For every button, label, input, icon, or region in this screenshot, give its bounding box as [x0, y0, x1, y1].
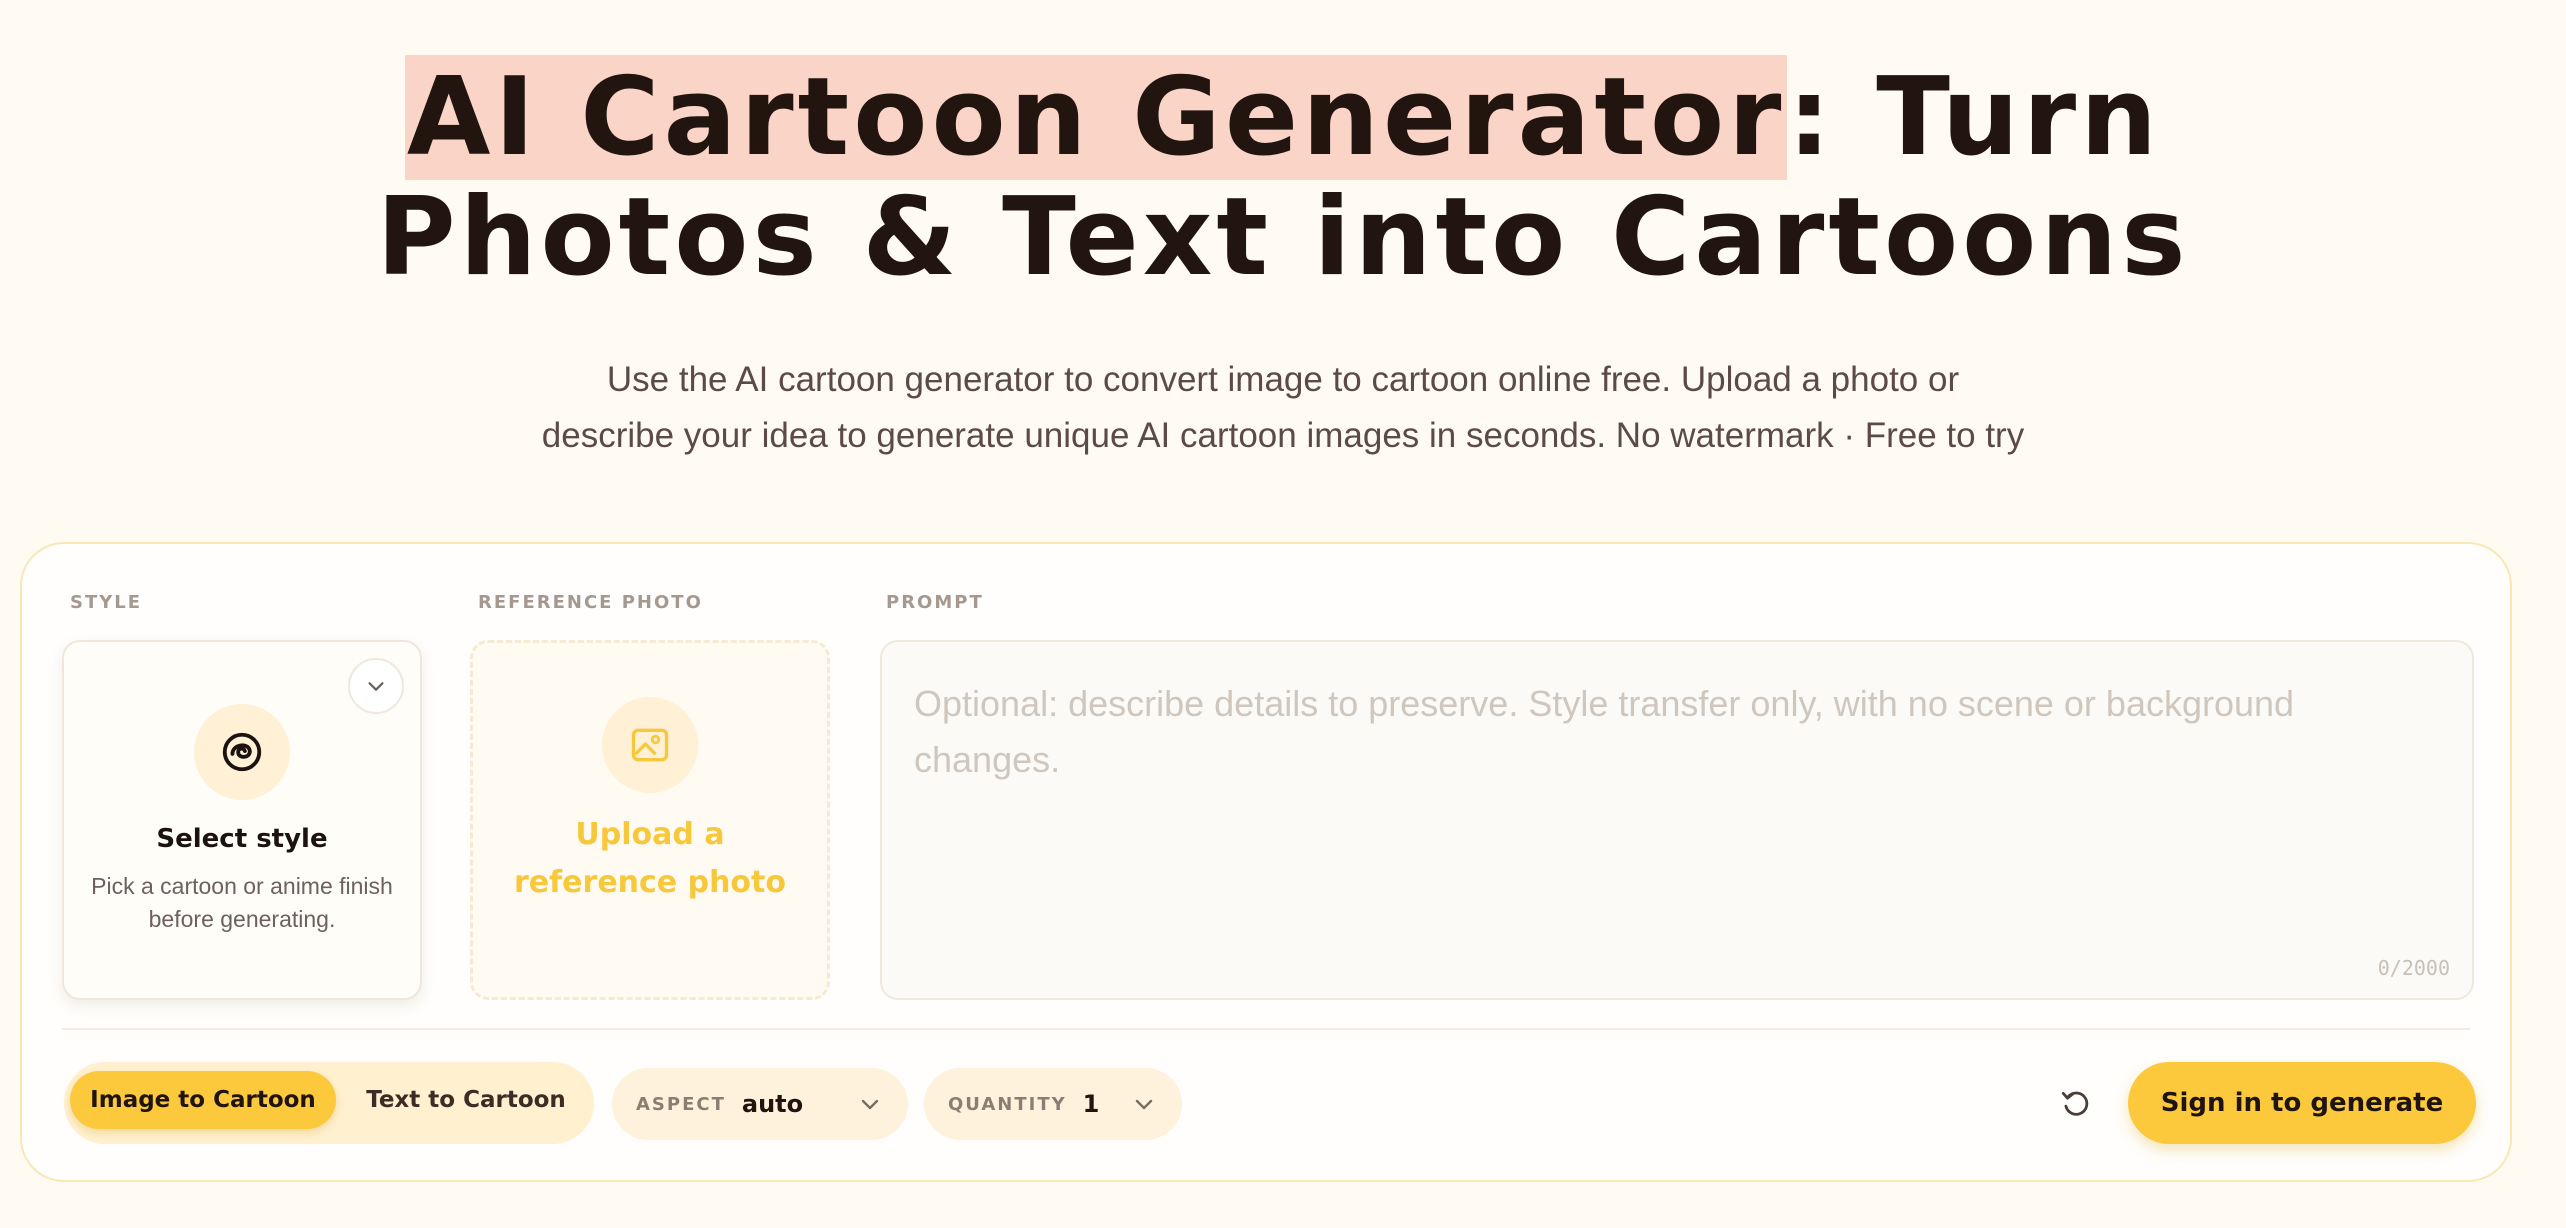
title-line-1: AI Cartoon Generator: Turn	[0, 55, 2566, 180]
style-card-description: Pick a cartoon or anime finish before ge…	[91, 873, 393, 932]
aspect-label: ASPECT	[636, 1093, 726, 1115]
style-icon-bubble	[194, 704, 290, 800]
panel-divider	[62, 1028, 2470, 1030]
chevron-down-icon	[368, 682, 384, 691]
reference-upload-card[interactable]: Upload a reference photo	[470, 640, 830, 1000]
swirl-icon	[222, 732, 262, 772]
mode-toggle: Image to Cartoon Text to Cartoon	[64, 1062, 594, 1144]
subtitle-line-2: describe your idea to generate unique AI…	[541, 416, 2025, 455]
prompt-input[interactable]	[882, 642, 2472, 998]
title-highlight: AI Cartoon Generator	[404, 55, 1788, 180]
title-line-2: Photos & Text into Cartoons	[376, 175, 2190, 300]
upload-reference-text[interactable]: Upload a reference photo	[493, 811, 807, 907]
quantity-value: 1	[1082, 1090, 1100, 1118]
prompt-box: 0/2000	[880, 640, 2474, 1000]
quantity-label: QUANTITY	[948, 1093, 1067, 1115]
chevron-down-icon	[1135, 1099, 1153, 1110]
sign-in-to-generate-button[interactable]: Sign in to generate	[2128, 1062, 2476, 1144]
quantity-select[interactable]: QUANTITY 1	[924, 1068, 1182, 1140]
style-card-title: Select style	[156, 824, 328, 854]
style-section-label: STYLE	[70, 592, 143, 613]
subtitle-line-1: Use the AI cartoon generator to convert …	[606, 360, 1960, 399]
generator-panel: STYLE REFERENCE PHOTO PROMPT Select styl…	[20, 542, 2512, 1182]
image-icon	[631, 728, 669, 762]
prompt-char-counter: 0/2000	[2377, 956, 2450, 980]
upload-icon-bubble	[602, 697, 698, 793]
style-dropdown-button[interactable]	[348, 658, 404, 714]
aspect-value: auto	[741, 1090, 804, 1118]
page-subtitle: Use the AI cartoon generator to convert …	[0, 352, 2566, 464]
reset-button[interactable]	[2046, 1074, 2106, 1134]
image-to-cartoon-tab[interactable]: Image to Cartoon	[70, 1071, 336, 1129]
prompt-section-label: PROMPT	[886, 592, 984, 613]
reference-section-label: REFERENCE PHOTO	[478, 592, 703, 613]
title-rest: : Turn	[1787, 55, 2162, 180]
chevron-down-icon	[861, 1099, 879, 1110]
reset-icon	[2061, 1091, 2089, 1116]
style-selector-card[interactable]: Select style Pick a cartoon or anime fin…	[62, 640, 422, 1000]
page-title: AI Cartoon Generator: Turn Photos & Text…	[0, 55, 2566, 300]
aspect-select[interactable]: ASPECT auto	[612, 1068, 908, 1140]
text-to-cartoon-tab[interactable]: Text to Cartoon	[350, 1071, 582, 1129]
